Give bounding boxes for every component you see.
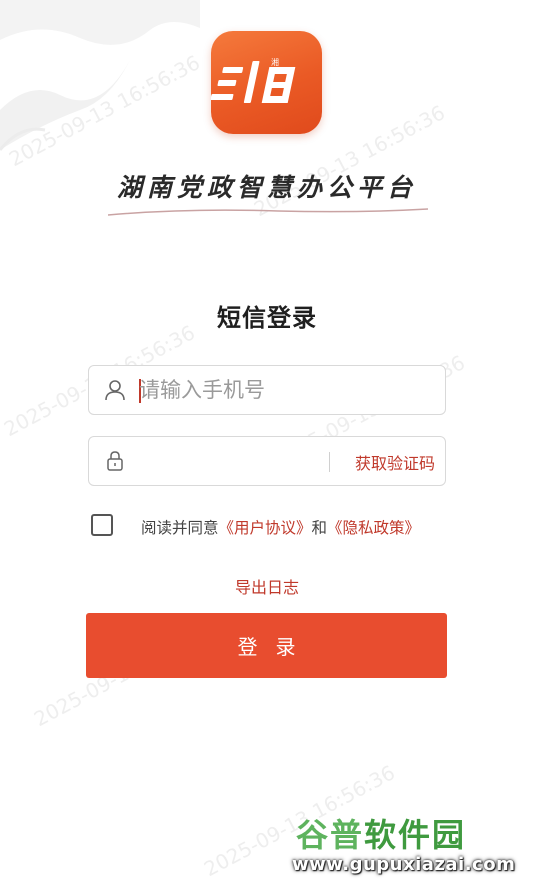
app-title: 湖南党政智慧办公平台	[116, 173, 417, 202]
phone-field[interactable]	[88, 365, 446, 415]
field-divider	[329, 452, 330, 472]
verification-code-input[interactable]	[139, 437, 319, 485]
watermark-brand-part1: 谷普	[296, 816, 365, 854]
watermark-brand-part2: 软件园	[364, 816, 467, 854]
agree-prefix: 阅读并同意	[141, 519, 219, 537]
svg-text:湘: 湘	[271, 57, 279, 67]
agree-and: 和	[311, 519, 328, 537]
privacy-policy-link[interactable]: 《隐私政策》	[327, 519, 420, 537]
lock-icon	[103, 449, 127, 477]
agreement-row: 阅读并同意《用户协议》和《隐私政策》	[91, 514, 491, 540]
page-title: 短信登录	[217, 304, 317, 332]
phone-input[interactable]	[139, 366, 429, 414]
xiang-logo: 湘	[211, 31, 322, 134]
get-code-button[interactable]: 获取验证码	[355, 450, 435, 474]
user-icon	[103, 378, 127, 406]
verification-code-field[interactable]: 获取验证码	[88, 436, 446, 486]
watermark-url: www.gupuxiazai.com	[292, 854, 516, 875]
user-agreement-link[interactable]: 《用户协议》	[219, 519, 312, 537]
agreement-text: 阅读并同意《用户协议》和《隐私政策》	[141, 516, 420, 538]
agree-checkbox[interactable]	[91, 514, 113, 536]
login-button[interactable]: 登录	[86, 613, 447, 678]
site-watermark: 谷普软件园 www.gupuxiazai.com	[282, 806, 530, 882]
export-log-link[interactable]: 导出日志	[0, 574, 534, 598]
xiang-logo-glyph-icon: 湘	[211, 57, 296, 103]
timestamp-watermark: 2025-09-13 16:56:36	[5, 50, 204, 172]
watermark-brand-cn: 谷普软件园	[296, 810, 466, 856]
title-underline	[108, 208, 428, 216]
